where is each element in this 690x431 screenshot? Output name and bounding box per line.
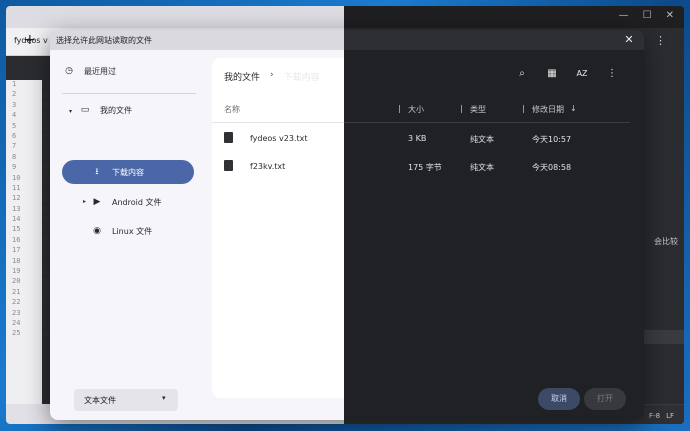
file-size: 3 KB [408,134,427,143]
file-icon [224,160,233,171]
file-modified: 今天08:58 [532,163,572,172]
line-ending-status[interactable]: LF [666,412,674,420]
bg-more-icon[interactable]: ⋮ [655,34,666,47]
column-header-row: 名称 | 大小 | 类型 | 修改日期 ↓ [212,100,630,120]
nav-item-label: Linux 文件 [112,226,153,236]
line-number: 20 [12,277,21,286]
line-number: 2 [12,90,17,99]
file-name: fydeos v23.txt [250,134,308,143]
filetype-select[interactable]: 文本文件 ▾ [74,389,178,411]
file-type: 纯文本 [470,135,494,144]
column-divider: | [398,104,401,113]
file-list-panel: 我的文件 › 下载内容 ⌕ ▦ AZ ⋮ 名称 | 大小 | 类型 | 修改日期… [212,58,630,398]
line-number: 24 [12,318,21,327]
column-divider: | [460,104,463,113]
line-number: 5 [12,121,17,130]
line-number: 13 [12,204,21,213]
maximize-icon[interactable]: ☐ [643,10,652,21]
more-options-icon[interactable]: ⋮ [604,68,620,79]
line-number: 7 [12,142,17,151]
nav-item-label: 我的文件 [100,105,132,115]
line-number: 14 [12,215,21,224]
file-modified: 今天10:57 [532,135,572,144]
expand-arrow-icon[interactable]: ▾ [69,108,72,115]
breadcrumb-root[interactable]: 我的文件 [224,70,260,83]
file-chooser-dialog: 选择允许此网站读取的文件 ✕ ◷ 最近用过 ▾ ▭ 我的文件 ⭳ 下载内容 ▸ … [50,30,644,420]
table-row[interactable]: f23kv.txt 175 字节 纯文本 今天08:58 [212,153,630,181]
line-number: 17 [12,246,21,255]
breadcrumb-current: 下载内容 [283,73,320,83]
dialog-titlebar: 选择允许此网站读取的文件 ✕ [50,30,644,50]
line-number: 25 [12,329,21,338]
sort-az-icon[interactable]: AZ [574,68,590,79]
line-number: 1 [12,80,17,88]
sort-down-icon[interactable]: ↓ [570,104,577,113]
column-divider: | [522,104,525,113]
linux-penguin-icon: ◉ [93,226,101,236]
search-icon[interactable]: ⌕ [514,68,530,79]
line-number: 16 [12,235,21,244]
column-type[interactable]: 类型 [470,104,486,115]
line-number-gutter: 1 2 3 4 5 6 7 8 9 10 11 12 13 14 15 16 17 18 19 20 21 22 23 24 2… [6,80,42,420]
nav-item-linux[interactable]: ◉ Linux 文件 [90,219,200,243]
chevron-right-icon: › [270,70,274,80]
file-name: f23kv.txt [250,162,286,171]
line-number: 3 [12,100,17,109]
window-controls: — ☐ ✕ [619,10,674,21]
nav-item-downloads[interactable]: ⭳ 下载内容 [62,160,194,184]
column-name[interactable]: 名称 [224,104,240,115]
laptop-icon: ▭ [80,105,90,115]
download-icon: ⭳ [95,167,99,177]
toolbar: ⌕ ▦ AZ ⋮ [514,68,620,79]
nav-item-label: 下载内容 [112,167,144,177]
bg-status-info: F-8 LF [649,412,674,420]
file-type: 纯文本 [470,163,494,172]
encoding-status[interactable]: F-8 [649,412,660,420]
close-icon[interactable]: ✕ [622,33,636,47]
line-number: 8 [12,152,17,161]
line-number: 18 [12,256,21,265]
breadcrumb: 我的文件 › 下载内容 [224,70,320,83]
file-size: 175 字节 [408,163,442,172]
table-row[interactable]: fydeos v23.txt 3 KB 纯文本 今天10:57 [212,125,630,153]
column-modified[interactable]: 修改日期 [532,104,564,115]
clock-icon: ◷ [65,66,73,76]
open-button[interactable]: 打开 [584,388,626,410]
nav-item-label: 最近用过 [84,66,116,76]
nav-item-recent[interactable]: ◷ 最近用过 [62,59,194,83]
line-number: 6 [12,131,17,140]
collapse-arrow-icon[interactable]: ▸ [83,198,86,205]
nav-item-android[interactable]: ▶ Android 文件 [90,190,200,214]
close-window-icon[interactable]: ✕ [666,10,674,21]
nav-item-label: Android 文件 [112,197,162,207]
line-number: 10 [12,173,21,182]
nav-item-my-files[interactable]: ▭ 我的文件 [78,98,198,122]
play-store-icon: ▶ [93,197,101,207]
cancel-button[interactable]: 取消 [538,388,580,410]
filetype-label: 文本文件 [84,396,116,405]
line-number: 15 [12,225,21,234]
line-number: 22 [12,298,21,307]
column-size[interactable]: 大小 [408,104,424,115]
dialog-title: 选择允许此网站读取的文件 [56,36,152,45]
line-number: 12 [12,194,21,203]
minimize-icon[interactable]: — [619,10,629,21]
line-number: 9 [12,163,17,172]
line-number: 11 [12,183,21,192]
line-number: 23 [12,308,21,317]
bg-tab-label[interactable]: fydeos v [14,36,48,45]
nav-sidebar: ◷ 最近用过 ▾ ▭ 我的文件 ⭳ 下载内容 ▸ ▶ Android 文件 ◉ … [50,50,210,400]
dialog-body: ◷ 最近用过 ▾ ▭ 我的文件 ⭳ 下载内容 ▸ ▶ Android 文件 ◉ … [50,50,644,420]
line-number: 21 [12,287,21,296]
line-number: 4 [12,111,17,120]
header-divider [212,122,630,123]
grid-view-icon[interactable]: ▦ [544,68,560,79]
chevron-down-icon: ▾ [162,394,166,402]
line-number: 19 [12,267,21,276]
nav-divider [62,93,196,94]
file-icon [224,132,233,143]
bg-titlebar-left [6,6,344,28]
bg-right-text: 会比较 [654,237,678,246]
